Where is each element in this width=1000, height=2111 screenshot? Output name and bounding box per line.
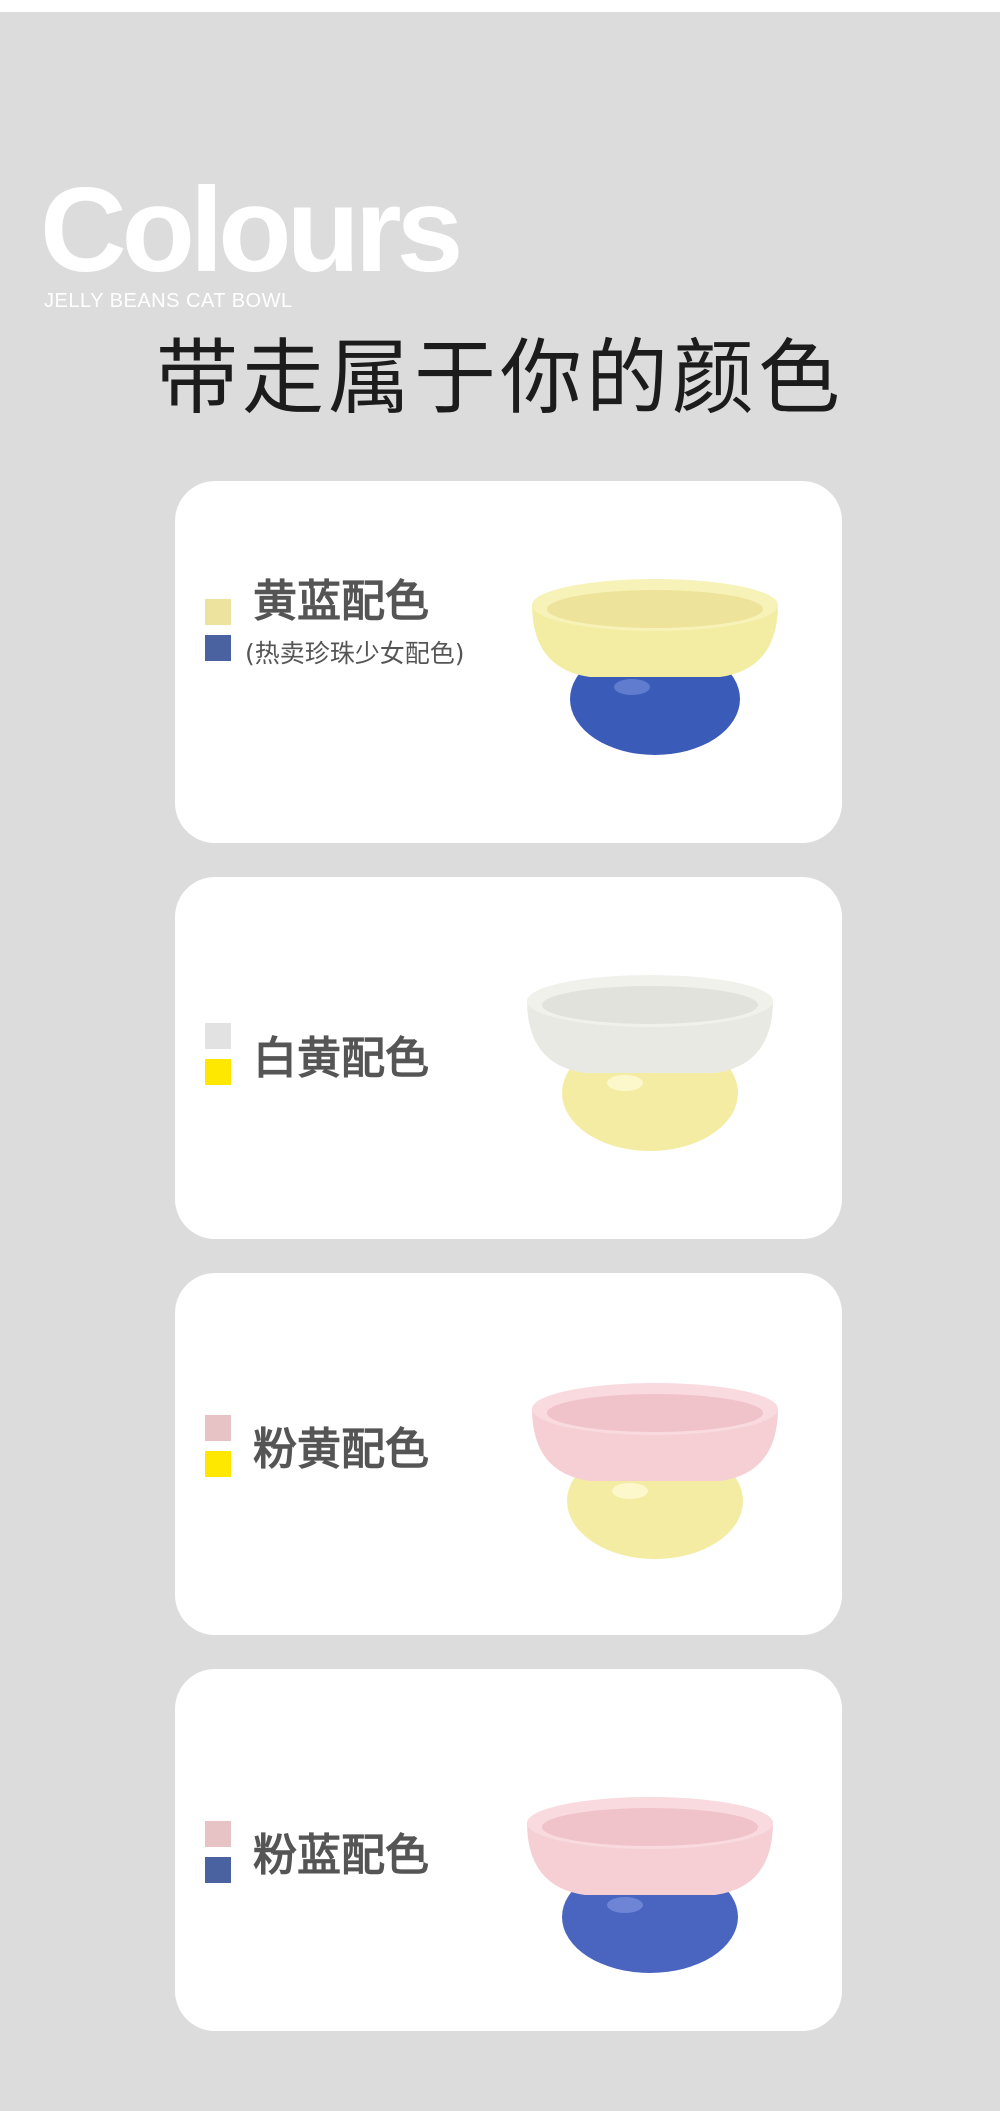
color-label: 粉黄配色: [253, 1424, 429, 1475]
color-card-white-yellow[interactable]: 白黄配色: [175, 877, 842, 1239]
color-label: 粉蓝配色: [253, 1830, 429, 1881]
color-card-pink-blue[interactable]: 粉蓝配色: [175, 1669, 842, 2031]
color-label: 白黄配色: [253, 1033, 429, 1084]
swatch-yellow: [205, 1451, 231, 1477]
color-note: (热卖珍珠少女配色): [245, 639, 465, 668]
cat-bowl-image: [532, 1383, 778, 1559]
color-swatches: [205, 1821, 231, 1893]
cat-bowl-image: [527, 1797, 773, 1973]
cat-bowl-image: [532, 579, 778, 755]
swatch-blue: [205, 1857, 231, 1883]
section-heading: 带走属于你的颜色: [155, 331, 844, 426]
cat-bowl-image: [527, 975, 773, 1151]
color-label: 黄蓝配色: [253, 576, 429, 627]
swatch-pink: [205, 1415, 231, 1441]
color-swatches: [205, 1023, 231, 1095]
color-card-pink-yellow[interactable]: 粉黄配色: [175, 1273, 842, 1635]
swatch-yellow: [205, 599, 231, 625]
swatch-yellow: [205, 1059, 231, 1085]
color-swatches: [205, 1415, 231, 1487]
color-swatches: [205, 599, 231, 671]
top-band: [0, 0, 1000, 12]
swatch-pink: [205, 1821, 231, 1847]
hero-title: Colours: [40, 163, 463, 297]
swatch-white: [205, 1023, 231, 1049]
color-card-yellow-blue[interactable]: 黄蓝配色 (热卖珍珠少女配色): [175, 481, 842, 843]
swatch-blue: [205, 635, 231, 661]
hero-subtitle: JELLY BEANS CAT BOWL: [44, 290, 293, 312]
